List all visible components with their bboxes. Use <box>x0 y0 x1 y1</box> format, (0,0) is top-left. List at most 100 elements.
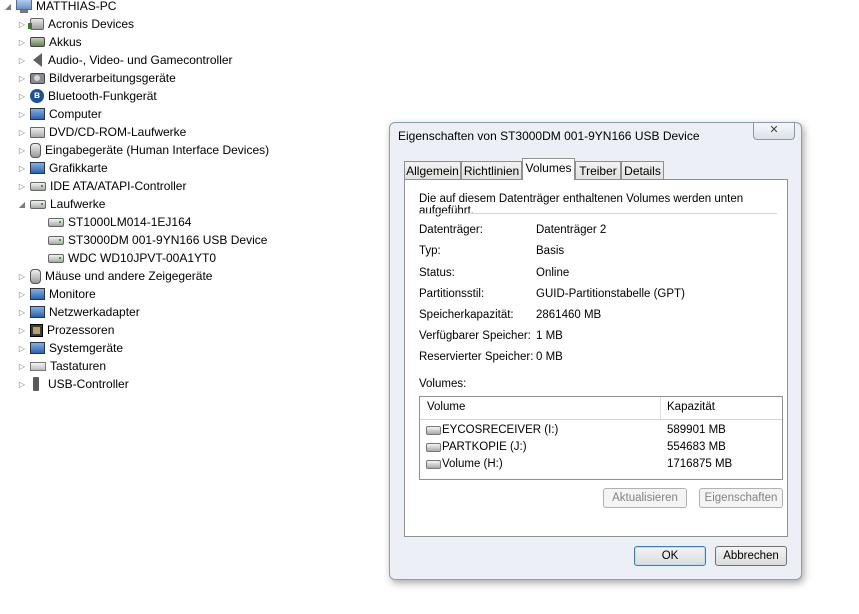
expand-arrow-icon[interactable]: ▷ <box>16 306 28 318</box>
prop-label: Reservierter Speicher: <box>419 351 534 363</box>
bluetooth-icon: ʙ <box>30 89 44 103</box>
tree-item-label: Laufwerke <box>50 197 106 211</box>
tree-item-audio[interactable]: ▷ Audio-, Video- und Gamecontroller <box>16 51 233 69</box>
volume-capacity: 554683 MB <box>667 441 726 453</box>
prop-label: Datenträger: <box>419 224 483 236</box>
expand-arrow-icon[interactable]: ▷ <box>16 108 28 120</box>
tree-item-dvd[interactable]: ▷ DVD/CD-ROM-Laufwerke <box>16 123 186 141</box>
column-divider[interactable] <box>660 397 661 419</box>
tree-item-disk-3[interactable]: WDC WD10JPVT-00A1YT0 <box>34 249 216 267</box>
expand-arrow-icon[interactable]: ▷ <box>16 18 28 30</box>
tree-item-usb[interactable]: ▷ USB-Controller <box>16 375 129 393</box>
expand-arrow-icon[interactable]: ▷ <box>16 270 28 282</box>
tree-item-mice[interactable]: ▷ Mäuse und andere Zeigegeräte <box>16 267 212 285</box>
tree-root[interactable]: ◢ MATTHIAS-PC <box>2 0 116 15</box>
collapse-arrow-icon[interactable]: ◢ <box>16 198 28 210</box>
tree-item-label: Mäuse und andere Zeigegeräte <box>45 269 213 283</box>
ide-controller-icon <box>30 181 46 191</box>
expand-arrow-icon[interactable]: ▷ <box>16 54 28 66</box>
tree-item-graphics[interactable]: ▷ Grafikkarte <box>16 159 108 177</box>
hid-icon <box>30 142 41 158</box>
computer-icon <box>30 108 45 120</box>
tree-item-label: Acronis Devices <box>48 17 135 31</box>
volume-capacity: 1716875 MB <box>667 458 733 470</box>
volume-drive-icon <box>426 426 441 435</box>
tab-richtlinien[interactable]: Richtlinien <box>461 161 522 179</box>
expand-arrow-icon[interactable]: ▷ <box>16 360 28 372</box>
tree-item-acronis[interactable]: ▷ Acronis Devices <box>16 15 134 33</box>
prop-value: 2861460 MB <box>536 309 602 321</box>
column-header-volume[interactable]: Volume <box>427 401 465 413</box>
close-icon: ✕ <box>769 124 779 136</box>
tree-item-disk-2[interactable]: ST3000DM 001-9YN166 USB Device <box>34 231 267 249</box>
expand-arrow-icon[interactable]: ▷ <box>16 144 28 156</box>
tree-item-ide[interactable]: ▷ IDE ATA/ATAPI-Controller <box>16 177 187 195</box>
tree-item-label: USB-Controller <box>48 377 129 391</box>
tree-item-network[interactable]: ▷ Netzwerkadapter <box>16 303 140 321</box>
collapse-arrow-icon[interactable]: ◢ <box>2 0 14 12</box>
computer-icon <box>16 0 32 13</box>
ok-button[interactable]: OK <box>634 546 706 566</box>
tab-volumes[interactable]: Volumes <box>522 158 575 180</box>
prop-label: Speicherkapazität: <box>419 309 514 321</box>
expand-arrow-icon[interactable]: ▷ <box>16 90 28 102</box>
tree-root-label: MATTHIAS-PC <box>36 0 117 13</box>
tree-item-monitors[interactable]: ▷ Monitore <box>16 285 96 303</box>
graphics-card-icon <box>30 162 45 174</box>
device-icon <box>28 18 44 30</box>
expand-arrow-icon[interactable]: ▷ <box>16 378 28 390</box>
tab-allgemein[interactable]: Allgemein <box>404 161 461 179</box>
tree-item-computer[interactable]: ▷ Computer <box>16 105 102 123</box>
tree-item-bluetooth[interactable]: ▷ ʙ Bluetooth-Funkgerät <box>16 87 157 105</box>
list-item[interactable]: EYCOSRECEIVER (I:) 589901 MB <box>420 423 782 440</box>
expand-arrow-icon[interactable]: ▷ <box>16 72 28 84</box>
expand-arrow-icon[interactable]: ▷ <box>16 288 28 300</box>
list-item[interactable]: PARTKOPIE (J:) 554683 MB <box>420 440 782 457</box>
refresh-button[interactable]: Aktualisieren <box>603 488 687 508</box>
column-header-capacity[interactable]: Kapazität <box>667 401 715 413</box>
tab-treiber[interactable]: Treiber <box>575 161 621 179</box>
tree-item-laufwerke[interactable]: ◢ Laufwerke <box>16 195 105 213</box>
tree-item-disk-1[interactable]: ST1000LM014-1EJ164 <box>34 213 191 231</box>
expand-arrow-icon[interactable]: ▷ <box>16 342 28 354</box>
properties-button[interactable]: Eigenschaften <box>699 488 783 508</box>
tree-item-label: Audio-, Video- und Gamecontroller <box>48 53 233 67</box>
volume-drive-icon <box>426 443 441 452</box>
tree-item-processors[interactable]: ▷ Prozessoren <box>16 321 114 339</box>
tree-item-system[interactable]: ▷ Systemgeräte <box>16 339 123 357</box>
battery-icon <box>30 37 45 47</box>
volumes-list[interactable]: Volume Kapazität EYCOSRECEIVER (I:) 5899… <box>419 396 783 480</box>
tree-item-hid[interactable]: ▷ Eingabegeräte (Human Interface Devices… <box>16 141 269 159</box>
properties-dialog: Eigenschaften von ST3000DM 001-9YN166 US… <box>389 122 802 580</box>
tree-item-akkus[interactable]: ▷ Akkus <box>16 33 82 51</box>
close-button[interactable]: ✕ <box>753 123 795 140</box>
tree-item-label: DVD/CD-ROM-Laufwerke <box>49 125 187 139</box>
mouse-icon <box>30 268 41 284</box>
tree-item-label: Bluetooth-Funkgerät <box>48 89 157 103</box>
expand-arrow-icon[interactable]: ▷ <box>16 36 28 48</box>
cancel-button[interactable]: Abbrechen <box>715 546 787 566</box>
expand-arrow-icon[interactable]: ▷ <box>16 180 28 192</box>
tree-item-label: Monitore <box>49 287 96 301</box>
tree-item-label: WDC WD10JPVT-00A1YT0 <box>68 251 217 265</box>
prop-label: Status: <box>419 267 455 279</box>
expand-arrow-icon[interactable]: ▷ <box>16 162 28 174</box>
expand-arrow-icon[interactable]: ▷ <box>16 324 28 336</box>
tree-item-label: ST3000DM 001-9YN166 USB Device <box>68 233 268 247</box>
tree-item-label: Computer <box>49 107 102 121</box>
expand-arrow-icon[interactable]: ▷ <box>16 126 28 138</box>
disk-drive-icon <box>48 217 64 227</box>
tab-details[interactable]: Details <box>621 161 664 179</box>
prop-value: Online <box>536 267 570 279</box>
tree-item-imaging[interactable]: ▷ Bildverarbeitungsgeräte <box>16 69 176 87</box>
volumes-label: Volumes: <box>419 378 467 390</box>
volume-drive-icon <box>426 460 441 469</box>
volumes-panel: Die auf diesem Datenträger enthaltenen V… <box>404 179 788 537</box>
list-header: Volume Kapazität <box>420 397 782 420</box>
tree-item-label: Eingabegeräte (Human Interface Devices) <box>45 143 270 157</box>
processor-icon <box>30 323 43 337</box>
tree-item-label: Tastaturen <box>50 359 107 373</box>
tree-item-keyboards[interactable]: ▷ Tastaturen <box>16 357 106 375</box>
volume-name: PARTKOPIE (J:) <box>442 441 527 453</box>
list-item[interactable]: Volume (H:) 1716875 MB <box>420 457 782 474</box>
